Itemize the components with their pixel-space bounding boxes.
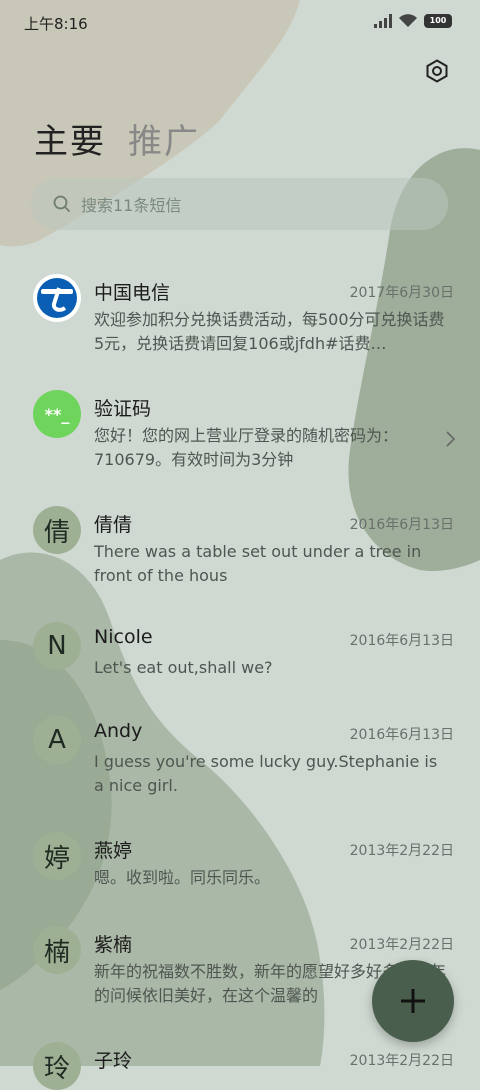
plus-icon bbox=[401, 989, 425, 1013]
message-date: 2013年2月22日 bbox=[349, 843, 454, 859]
contact-avatar: N bbox=[33, 622, 81, 670]
new-message-button[interactable] bbox=[372, 960, 454, 1042]
status-bar: 上午8:16 100 bbox=[0, 0, 480, 46]
message-row[interactable]: 中国电信 2017年6月30日 欢迎参加积分兑换话费活动，每500分可兑换话费5… bbox=[0, 262, 480, 378]
telecom-logo-avatar bbox=[33, 274, 81, 322]
tab-bar: 主要 推广 bbox=[34, 114, 200, 163]
contact-avatar: 倩 bbox=[33, 506, 81, 554]
tab-primary[interactable]: 主要 bbox=[34, 114, 106, 163]
contact-avatar: A bbox=[33, 716, 81, 764]
search-input[interactable]: 搜索11条短信 bbox=[31, 178, 448, 230]
message-row[interactable]: N Nicole 2016年6月13日 Let's eat out,shall … bbox=[0, 610, 480, 704]
contact-avatar: 玲 bbox=[33, 1042, 81, 1090]
sender-name: 验证码 bbox=[94, 398, 152, 420]
contact-avatar: 楠 bbox=[33, 926, 81, 974]
message-preview: 您好！您的网上营业厅登录的随机密码为：710679。有效时间为3分钟 bbox=[94, 426, 399, 469]
message-date: 2016年6月13日 bbox=[349, 633, 454, 649]
sender-name: 子玲 bbox=[94, 1050, 133, 1072]
message-date: 2016年6月13日 bbox=[349, 727, 454, 743]
message-date: 2016年6月13日 bbox=[349, 517, 454, 533]
message-preview: 嗯。收到啦。同乐同乐。 bbox=[94, 868, 271, 887]
message-row[interactable]: 婷 燕婷 2013年2月22日 嗯。收到啦。同乐同乐。 bbox=[0, 820, 480, 914]
sender-name: 燕婷 bbox=[94, 840, 133, 862]
chevron-right-icon bbox=[446, 431, 456, 447]
status-time: 上午8:16 bbox=[24, 15, 88, 33]
message-row[interactable]: 倩 倩倩 2016年6月13日 There was a table set ou… bbox=[0, 494, 480, 610]
message-row[interactable]: **_ 验证码 您好！您的网上营业厅登录的随机密码为：710679。有效时间为3… bbox=[0, 378, 480, 494]
gear-icon bbox=[426, 59, 448, 83]
settings-button[interactable] bbox=[422, 56, 452, 86]
message-row[interactable]: A Andy 2016年6月13日 I guess you're some lu… bbox=[0, 704, 480, 820]
message-preview: Let's eat out,shall we? bbox=[94, 658, 273, 677]
search-icon bbox=[53, 195, 71, 213]
sender-name: 倩倩 bbox=[94, 514, 133, 536]
message-preview: I guess you're some lucky guy.Stephanie … bbox=[94, 752, 438, 795]
message-date: 2017年6月30日 bbox=[349, 285, 454, 301]
tab-promotions[interactable]: 推广 bbox=[128, 114, 200, 163]
message-preview: There was a table set out under a tree i… bbox=[94, 542, 422, 585]
verification-avatar: **_ bbox=[33, 390, 81, 438]
message-date: 2013年2月22日 bbox=[349, 937, 454, 953]
message-date: 2013年2月22日 bbox=[349, 1053, 454, 1069]
wifi-icon bbox=[399, 14, 417, 27]
sender-name: 紫楠 bbox=[94, 934, 133, 956]
status-icons: 100 bbox=[374, 14, 452, 28]
battery-icon: 100 bbox=[424, 14, 452, 28]
sender-name: Andy bbox=[94, 720, 143, 742]
signal-icon bbox=[374, 14, 392, 28]
sender-name: Nicole bbox=[94, 626, 153, 648]
contact-avatar: 婷 bbox=[33, 832, 81, 880]
sender-name: 中国电信 bbox=[94, 282, 171, 304]
message-preview: 欢迎参加积分兑换话费活动，每500分可兑换话费5元，兑换话费请回复106或jfd… bbox=[94, 310, 445, 353]
search-placeholder: 搜索11条短信 bbox=[81, 196, 182, 215]
